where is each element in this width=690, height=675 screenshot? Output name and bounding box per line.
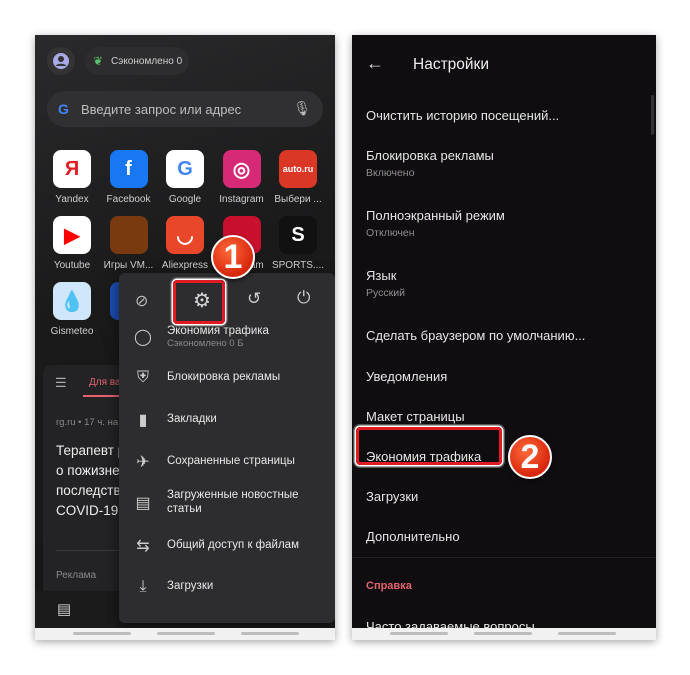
menu-item[interactable]: ⇆ Общий доступ к файлам — [119, 526, 335, 566]
site-icon: S — [279, 216, 317, 254]
system-nav-bar — [35, 628, 335, 640]
data-saver-icon: ◯ — [134, 329, 152, 346]
site-icon: ▶ — [53, 216, 91, 254]
tab-for-you[interactable]: Для ва — [89, 377, 121, 388]
news-headline[interactable]: Терапевт р о пожизне последств COVID-19 — [56, 441, 125, 521]
speed-dial-tile[interactable]: ▶ Youtube — [43, 216, 101, 271]
step-badge-2: 2 — [508, 435, 552, 479]
settings-item[interactable]: Дополнительно — [366, 529, 460, 544]
data-saved-chip[interactable]: ❦ Сэкономлено 0 — [85, 47, 189, 75]
tile-label: Gismeteo — [50, 326, 94, 337]
settings-item[interactable]: Уведомления — [366, 369, 447, 384]
browser-home-screen: ❦ Сэкономлено 0 G Введите запрос или адр… — [35, 35, 335, 640]
news-source: rg.ru • 17 ч. на — [56, 417, 119, 428]
section-help: Справка — [366, 580, 412, 592]
tile-label: SPORTS.... — [271, 260, 325, 271]
speed-dial-tile[interactable]: Я Yandex — [43, 150, 101, 205]
settings-item[interactable]: Очистить историю посещений... — [366, 108, 559, 123]
scrollbar[interactable] — [651, 95, 654, 135]
site-icon: ◎ — [222, 150, 261, 188]
bookmark-icon: ▮ — [138, 412, 148, 429]
menu-item[interactable]: ▮ Закладки — [119, 400, 335, 440]
menu-item[interactable]: ✈ Сохраненные страницы — [119, 442, 335, 482]
site-icon: f — [109, 150, 148, 188]
search-input[interactable]: G Введите запрос или адрес 🎙 — [47, 91, 323, 127]
news-icon[interactable]: ▤ — [57, 600, 71, 618]
history-icon[interactable]: ↺ — [247, 289, 261, 309]
settings-item[interactable]: Полноэкранный режим Отключен — [366, 208, 505, 239]
tile-label: Youtube — [53, 260, 91, 271]
menu-item[interactable]: ▤ Загруженные новостные статьи — [119, 483, 335, 523]
page-title: Настройки — [413, 56, 490, 73]
settings-item[interactable]: Блокировка рекламы Включено — [366, 148, 494, 179]
tile-label: Google — [168, 194, 202, 205]
speed-dial-tile[interactable]: G Google — [156, 150, 214, 205]
download-icon: ⤓ — [139, 578, 147, 595]
tile-label: Aliexpress — [161, 260, 209, 271]
site-icon — [109, 216, 148, 254]
leaf-icon: ❦ — [93, 54, 104, 68]
back-arrow-icon[interactable]: ← — [366, 53, 384, 74]
site-icon: 💧 — [53, 282, 91, 320]
settings-item[interactable]: Загрузки — [366, 489, 418, 504]
tile-label: Yandex — [55, 194, 89, 205]
system-nav-bar — [352, 628, 656, 640]
speed-dial-tile[interactable]: Игры VM... — [100, 216, 158, 271]
file-share-icon: ⇆ — [136, 538, 150, 555]
speed-dial-tile[interactable]: ◡ Aliexpress — [156, 216, 214, 271]
site-icon: Я — [53, 150, 91, 188]
microphone-icon[interactable]: 🎙 — [293, 100, 311, 117]
settings-item[interactable]: Сделать браузером по умолчанию... — [366, 328, 585, 343]
site-icon: auto.ru — [279, 150, 317, 188]
settings-highlight — [173, 280, 225, 324]
menu-item[interactable]: ◯ Экономия трафика Сэкономлено 0 Б — [119, 317, 335, 357]
settings-item[interactable]: Макет страницы — [366, 409, 465, 424]
step-badge-1: 1 — [211, 235, 255, 279]
speed-dial-tile[interactable]: 💧 Gismeteo — [43, 282, 101, 337]
main-menu: ⊘ ⚙ ↺ ⏻ ◯ Экономия трафика Сэкономлено 0 Б… — [119, 273, 335, 623]
mute-icon[interactable]: ⊘ — [135, 291, 148, 311]
profile-avatar[interactable] — [47, 47, 75, 75]
settings-item[interactable]: Язык Русский — [366, 268, 405, 299]
site-icon: ◡ — [166, 216, 204, 254]
ad-label: Реклама — [56, 570, 97, 581]
news-icon: ▤ — [135, 495, 151, 512]
filter-icon[interactable]: ☰ — [55, 375, 67, 391]
settings-screen: ← Настройки Очистить историю посещений..… — [352, 35, 656, 640]
user-icon — [53, 53, 69, 69]
data-saver-highlight — [356, 427, 502, 465]
tile-label: Facebook — [106, 194, 151, 205]
site-icon: G — [166, 150, 204, 188]
airplane-icon: ✈ — [136, 454, 150, 471]
speed-dial-tile[interactable]: auto.ru Выбери ... — [269, 150, 327, 205]
power-icon[interactable]: ⏻ — [297, 288, 310, 308]
tile-label: Instagram — [219, 194, 264, 205]
menu-item[interactable]: ⤓ Загрузки — [119, 567, 335, 607]
tile-label: Выбери ... — [274, 194, 322, 205]
speed-dial-tile[interactable]: f Facebook — [100, 150, 158, 205]
speed-dial-tile[interactable]: S SPORTS.... — [269, 216, 327, 271]
menu-item[interactable]: ⛨ Блокировка рекламы — [119, 358, 335, 398]
speed-dial-tile[interactable]: ◎ Instagram — [213, 150, 271, 205]
google-icon: G — [58, 101, 69, 117]
shield-icon: ⛨ — [136, 369, 149, 386]
tile-label: Игры VM... — [103, 260, 154, 271]
